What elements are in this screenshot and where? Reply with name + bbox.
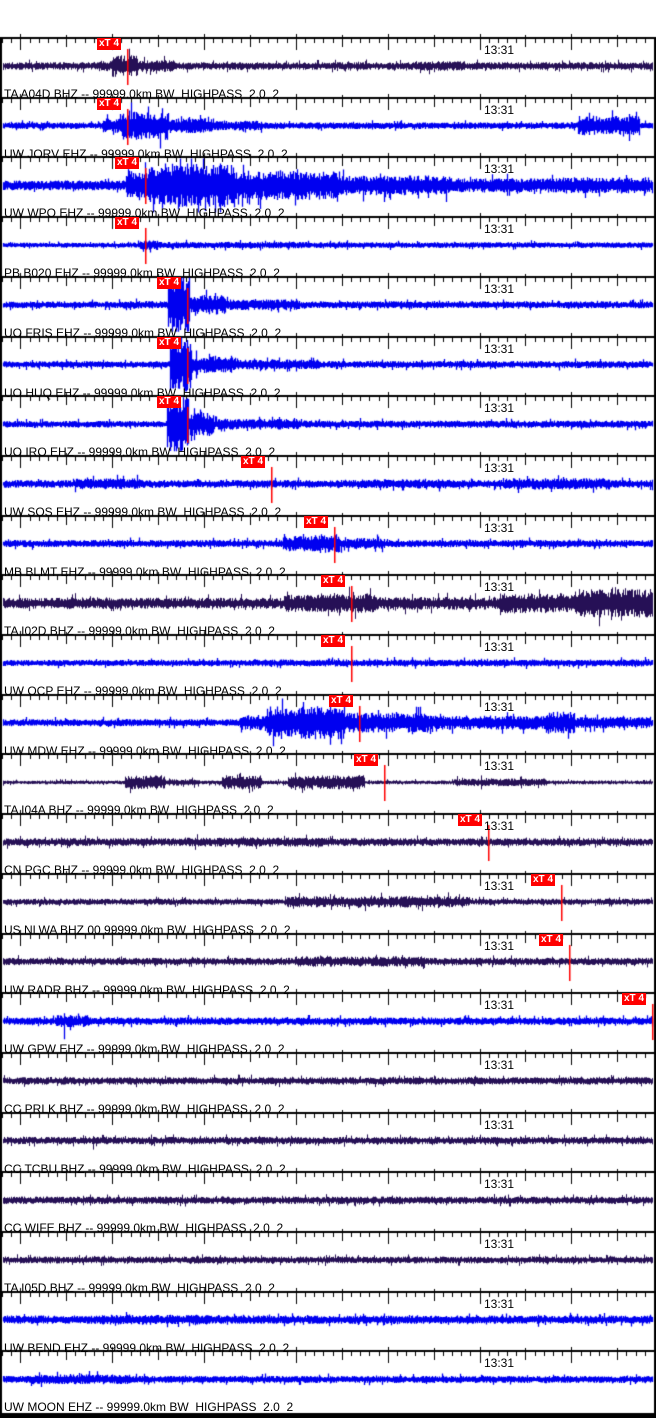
pick-flag[interactable]: xT 4 bbox=[321, 635, 346, 647]
minute-tick-label: 13:31 bbox=[484, 1117, 515, 1132]
minute-tick-label: 13:31 bbox=[484, 699, 515, 714]
minute-tick-label: 13:31 bbox=[484, 1356, 515, 1371]
minute-tick-label: 13:31 bbox=[484, 640, 515, 654]
pick-flag[interactable]: xT 4 bbox=[354, 754, 379, 767]
trace-row[interactable]: 13:31 xT 4 UW OCP EHZ -- 99999.0km BW HIGH… bbox=[0, 634, 656, 698]
station-label: UO FRIS EHZ -- 99999.0km BW HIGHPASS 2.0… bbox=[4, 325, 282, 340]
station-label: UW WPO EHZ -- 99999.0km BW HIGHPASS 2.0 … bbox=[4, 206, 285, 221]
station-label: UW JORV EHZ -- 99999.0km BW HIGHPASS 2.0… bbox=[4, 146, 288, 161]
minute-tick-label: 13:31 bbox=[484, 1177, 515, 1192]
minute-tick-label: 13:31 bbox=[484, 460, 515, 475]
minute-tick-label: 13:31 bbox=[484, 938, 515, 953]
minute-tick-label: 13:31 bbox=[484, 281, 515, 296]
trace-row[interactable]: 13:31 xT 4 UW SOS EHZ -- 99999.0km BW HIGH… bbox=[0, 455, 656, 519]
trace-row[interactable]: 13:31 xT 4 UO HUQ EHZ -- 99999.0km BW HIGH… bbox=[0, 336, 656, 400]
station-label: MB BLMT EHZ -- 99999.0km BW HIGHPASS 2.0… bbox=[4, 564, 286, 579]
trace-row[interactable]: 13:31 TA I05D BHZ -- 99999.0km BW HIGHPAS… bbox=[0, 1231, 656, 1295]
trace-row[interactable]: 13:31 xT 4 MB BLMT EHZ -- 99999.0km BW HIG… bbox=[0, 515, 656, 579]
trace-row[interactable]: 13:31 xT 4 UW WPO EHZ -- 99999.0km BW HIGH… bbox=[0, 156, 656, 220]
trace-row[interactable]: 13:31 xT 4 TA I02D BHZ -- 99999.0km BW HIG… bbox=[0, 574, 656, 638]
trace-row[interactable]: 13:31 xT 4 UO FRIS EHZ -- 99999.0km BW HIG… bbox=[0, 276, 656, 340]
minute-tick-label: 13:31 bbox=[484, 520, 515, 535]
station-label: UW SOS EHZ -- 99999.0km BW HIGHPASS 2.0 … bbox=[4, 504, 282, 519]
minute-tick-label: 13:31 bbox=[484, 162, 515, 177]
trace-row[interactable]: 13:31 CC TCBU BHZ -- 99999.0km BW HIGHPAS… bbox=[0, 1112, 656, 1176]
minute-tick-label: 13:31 bbox=[484, 998, 515, 1013]
minute-tick-label: 13:31 bbox=[484, 43, 515, 57]
station-label: CC TCBU BHZ -- 99999.0km BW HIGHPASS 2.0… bbox=[4, 1161, 286, 1176]
trace-row[interactable]: 13:31 xT 4 UW RADR BHZ -- 99999.0km BW HIG… bbox=[0, 933, 656, 997]
pick-flag[interactable]: xT 4 bbox=[458, 814, 483, 827]
trace-row[interactable]: 13:31 UW MOON EHZ -- 99999.0km BW HIGHPAS… bbox=[0, 1350, 656, 1414]
station-label: TA I04A BHZ -- 99999.0km BW HIGHPASS 2.0… bbox=[4, 803, 274, 818]
trace-row[interactable]: 13:31 xT 4 US NLWA BHZ 00 99999.0km BW HIG… bbox=[0, 873, 656, 937]
trace-row[interactable]: 13:31 xT 4 TA A04D BHZ -- 99999.0km BW HIG… bbox=[0, 37, 656, 101]
pick-flag[interactable]: xT 4 bbox=[531, 873, 556, 886]
trace-row[interactable]: 13:31 CC PRLK BHZ -- 99999.0km BW HIGHPAS… bbox=[0, 1052, 656, 1116]
minute-tick-label: 13:31 bbox=[484, 878, 515, 893]
station-label: UO HUQ EHZ -- 99999.0km BW HIGHPASS 2.0 … bbox=[4, 385, 281, 400]
pick-flag[interactable]: xT 4 bbox=[97, 38, 122, 50]
station-label: CC PRLK BHZ -- 99999.0km BW HIGHPASS 2.0… bbox=[4, 1101, 285, 1116]
pick-flag[interactable]: xT 4 bbox=[539, 933, 564, 946]
trace-row[interactable]: 13:31 xT 4 UO IRO EHZ -- 99999.0km BW HIGH… bbox=[0, 395, 656, 459]
trace-row[interactable]: 13:31 xT 4 UW GPW EHZ -- 99999.0km BW HIGH… bbox=[0, 992, 656, 1056]
station-label: UW MOON EHZ -- 99999.0km BW HIGHPASS 2.0… bbox=[4, 1400, 294, 1415]
station-label: UW OCP EHZ -- 99999.0km BW HIGHPASS 2.0 … bbox=[4, 684, 282, 698]
station-label: TA I02D BHZ -- 99999.0km BW HIGHPASS 2.0… bbox=[4, 624, 275, 639]
station-label: UW MDW EHZ -- 99999.0km BW HIGHPASS 2.0 … bbox=[4, 743, 286, 758]
pick-flag[interactable]: xT 4 bbox=[157, 276, 182, 289]
pick-flag[interactable]: xT 4 bbox=[622, 993, 647, 1006]
station-label: CC WIFE BHZ -- 99999.0km BW HIGHPASS 2.0… bbox=[4, 1221, 284, 1236]
station-label: PB B020 EHZ -- 99999.0km BW HIGHPASS 2.0… bbox=[4, 266, 280, 281]
minute-tick-label: 13:31 bbox=[484, 580, 515, 595]
trace-row[interactable]: 13:31 xT 4 CN PGC BHZ -- 99999.0km BW HIGH… bbox=[0, 813, 656, 877]
minute-tick-label: 13:31 bbox=[484, 1057, 515, 1072]
trace-row[interactable]: 13:31 xT 4 UW JORV EHZ -- 99999.0km BW HIG… bbox=[0, 97, 656, 161]
station-label: US NLWA BHZ 00 99999.0km BW HIGHPASS 2.0… bbox=[4, 922, 291, 937]
station-label: UO IRO EHZ -- 99999.0km BW HIGHPASS 2.0 … bbox=[4, 445, 276, 460]
pick-flag[interactable]: xT 4 bbox=[115, 217, 140, 230]
minute-tick-label: 13:31 bbox=[484, 819, 515, 834]
station-label: CN PGC BHZ -- 99999.0km BW HIGHPASS 2.0 … bbox=[4, 863, 280, 878]
station-label: TA A04D BHZ -- 99999.0km BW HIGHPASS 2.0… bbox=[4, 87, 279, 101]
station-label: UW BEND EHZ -- 99999.0km BW HIGHPASS 2.0… bbox=[4, 1340, 290, 1355]
trace-row[interactable]: 13:31 xT 4 PB B020 EHZ -- 99999.0km BW HIG… bbox=[0, 216, 656, 280]
pick-flag[interactable]: xT 4 bbox=[97, 97, 122, 110]
pick-flag[interactable]: xT 4 bbox=[157, 396, 182, 409]
pick-flag[interactable]: xT 4 bbox=[304, 515, 329, 528]
station-label: TA I05D BHZ -- 99999.0km BW HIGHPASS 2.0… bbox=[4, 1281, 275, 1295]
minute-tick-label: 13:31 bbox=[484, 341, 515, 356]
minute-tick-label: 13:31 bbox=[484, 401, 515, 416]
pick-flag[interactable]: xT 4 bbox=[329, 694, 354, 707]
trace-row[interactable]: 13:31 CC WIFE BHZ -- 99999.0km BW HIGHPAS… bbox=[0, 1171, 656, 1235]
pick-flag[interactable]: xT 4 bbox=[321, 575, 346, 588]
minute-tick-label: 13:31 bbox=[484, 102, 515, 117]
trace-row[interactable]: 13:31 UW BEND EHZ -- 99999.0km BW HIGHPAS… bbox=[0, 1291, 656, 1355]
minute-tick-label: 13:31 bbox=[484, 759, 515, 774]
seismogram-viewer: 60909206 UW Oct 24, 2014 13:30:28.00 48.… bbox=[0, 0, 656, 1418]
minute-tick-label: 13:31 bbox=[484, 222, 515, 237]
minute-tick-label: 13:31 bbox=[484, 1237, 515, 1251]
trace-row[interactable]: 13:31 xT 4 UW MDW EHZ -- 99999.0km BW HIGH… bbox=[0, 694, 656, 758]
trace-row[interactable]: 13:31 xT 4 TA I04A BHZ -- 99999.0km BW HIG… bbox=[0, 753, 656, 817]
pick-flag[interactable]: xT 4 bbox=[157, 336, 182, 349]
pick-flag[interactable]: xT 4 bbox=[241, 455, 266, 468]
minute-tick-label: 13:31 bbox=[484, 1296, 515, 1311]
station-label: UW RADR BHZ -- 99999.0km BW HIGHPASS 2.0… bbox=[4, 982, 290, 997]
station-label: UW GPW EHZ -- 99999.0km BW HIGHPASS 2.0 … bbox=[4, 1042, 285, 1057]
pick-flag[interactable]: xT 4 bbox=[115, 157, 140, 170]
